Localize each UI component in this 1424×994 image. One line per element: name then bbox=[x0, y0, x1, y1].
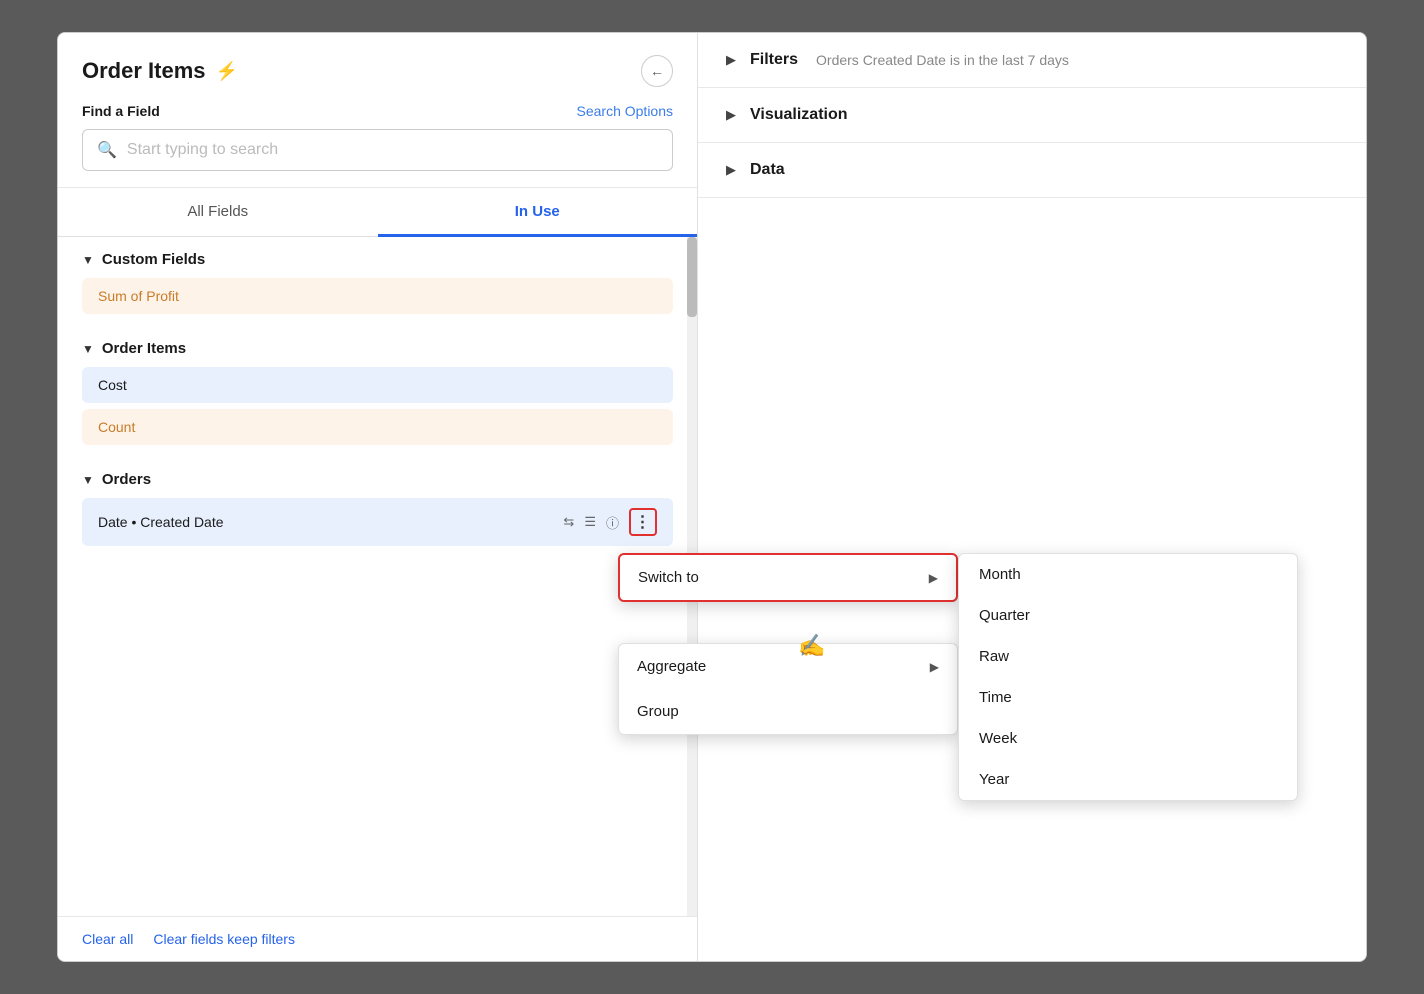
submenu-year[interactable]: Year bbox=[959, 759, 1297, 800]
field-count[interactable]: Count bbox=[82, 409, 673, 445]
filter-icon[interactable]: ☰ bbox=[584, 514, 596, 530]
section-filters[interactable]: ▶ Filters Orders Created Date is in the … bbox=[698, 33, 1366, 88]
info-icon[interactable]: ⓘ bbox=[606, 513, 619, 532]
right-panel: ▶ Filters Orders Created Date is in the … bbox=[698, 33, 1366, 961]
group-header-custom-fields[interactable]: ▼ Custom Fields bbox=[82, 251, 673, 268]
section-title-data: Data bbox=[750, 161, 785, 179]
find-label: Find a Field bbox=[82, 103, 160, 119]
scrollbar-thumb[interactable] bbox=[687, 237, 697, 317]
switch-to-arrow: ▶ bbox=[929, 571, 938, 585]
section-arrow-viz: ▶ bbox=[726, 107, 736, 123]
submenu-time[interactable]: Time bbox=[959, 677, 1297, 718]
tab-in-use[interactable]: In Use bbox=[378, 189, 698, 237]
group-label: Group bbox=[637, 703, 679, 720]
filter-description: Orders Created Date is in the last 7 day… bbox=[816, 52, 1069, 68]
section-visualization[interactable]: ▶ Visualization bbox=[698, 88, 1366, 143]
lightning-icon[interactable]: ⚡ bbox=[216, 61, 238, 82]
group-header-orders[interactable]: ▼ Orders bbox=[82, 471, 673, 488]
field-sum-of-profit[interactable]: Sum of Profit bbox=[82, 278, 673, 314]
back-button[interactable]: ← bbox=[641, 55, 673, 87]
three-dots-button[interactable]: ⋮ bbox=[629, 508, 657, 536]
search-box[interactable]: 🔍 Start typing to search bbox=[82, 129, 673, 171]
left-footer: Clear all Clear fields keep filters bbox=[58, 916, 697, 961]
group-header-order-items[interactable]: ▼ Order Items bbox=[82, 340, 673, 357]
panel-title: Order Items ⚡ bbox=[82, 58, 238, 84]
chevron-down-icon-3: ▼ bbox=[82, 473, 94, 487]
aggregate-group-menu[interactable]: Aggregate ▶ Group bbox=[618, 643, 958, 735]
aggregate-arrow: ▶ bbox=[930, 660, 939, 674]
group-orders: ▼ Orders Date • Created Date ⇆ ☰ ⓘ ⋮ bbox=[58, 457, 697, 558]
chevron-down-icon-2: ▼ bbox=[82, 342, 94, 356]
section-arrow-data: ▶ bbox=[726, 162, 736, 178]
left-panel: Order Items ⚡ ← Find a Field Search Opti… bbox=[58, 33, 698, 961]
group-label-orders: Orders bbox=[102, 471, 151, 488]
submenu-quarter[interactable]: Quarter bbox=[959, 595, 1297, 636]
submenu-month[interactable]: Month bbox=[959, 554, 1297, 595]
swap-icon[interactable]: ⇆ bbox=[563, 514, 574, 530]
search-placeholder: Start typing to search bbox=[127, 141, 278, 159]
section-title-viz: Visualization bbox=[750, 106, 848, 124]
tabs-row: All Fields In Use bbox=[58, 188, 697, 237]
left-header: Order Items ⚡ ← Find a Field Search Opti… bbox=[58, 33, 697, 188]
title-row: Order Items ⚡ ← bbox=[82, 55, 673, 87]
aggregate-label: Aggregate bbox=[637, 658, 706, 675]
section-arrow-filters: ▶ bbox=[726, 52, 736, 68]
submenu-raw[interactable]: Raw bbox=[959, 636, 1297, 677]
clear-all-link[interactable]: Clear all bbox=[82, 931, 133, 947]
group-custom-fields: ▼ Custom Fields Sum of Profit bbox=[58, 237, 697, 326]
search-options-link[interactable]: Search Options bbox=[577, 103, 674, 119]
date-row-icons: ⇆ ☰ ⓘ ⋮ bbox=[563, 508, 657, 536]
group-label-custom-fields: Custom Fields bbox=[102, 251, 205, 268]
chevron-down-icon: ▼ bbox=[82, 253, 94, 267]
field-date-created[interactable]: Date • Created Date ⇆ ☰ ⓘ ⋮ bbox=[82, 498, 673, 546]
section-data[interactable]: ▶ Data bbox=[698, 143, 1366, 198]
clear-fields-keep-filters-link[interactable]: Clear fields keep filters bbox=[153, 931, 295, 947]
group-item[interactable]: Group bbox=[619, 689, 957, 734]
find-field-row: Find a Field Search Options bbox=[82, 103, 673, 119]
date-created-label: Date • Created Date bbox=[98, 514, 224, 530]
field-cost[interactable]: Cost bbox=[82, 367, 673, 403]
search-icon: 🔍 bbox=[97, 140, 117, 160]
switch-to-submenu[interactable]: Month Quarter Raw Time Week Year bbox=[958, 553, 1298, 801]
fields-area: ▼ Custom Fields Sum of Profit ▼ Order It… bbox=[58, 237, 697, 916]
main-window: Order Items ⚡ ← Find a Field Search Opti… bbox=[57, 32, 1367, 962]
switch-to-label: Switch to bbox=[638, 569, 699, 586]
switch-to-item[interactable]: Switch to ▶ bbox=[620, 555, 956, 600]
aggregate-item[interactable]: Aggregate ▶ bbox=[619, 644, 957, 689]
section-title-filters: Filters bbox=[750, 51, 798, 69]
tab-all-fields[interactable]: All Fields bbox=[58, 189, 378, 237]
switch-to-menu[interactable]: Switch to ▶ bbox=[618, 553, 958, 602]
group-order-items: ▼ Order Items Cost Count bbox=[58, 326, 697, 457]
title-text: Order Items bbox=[82, 58, 206, 84]
submenu-week[interactable]: Week bbox=[959, 718, 1297, 759]
group-label-order-items: Order Items bbox=[102, 340, 186, 357]
